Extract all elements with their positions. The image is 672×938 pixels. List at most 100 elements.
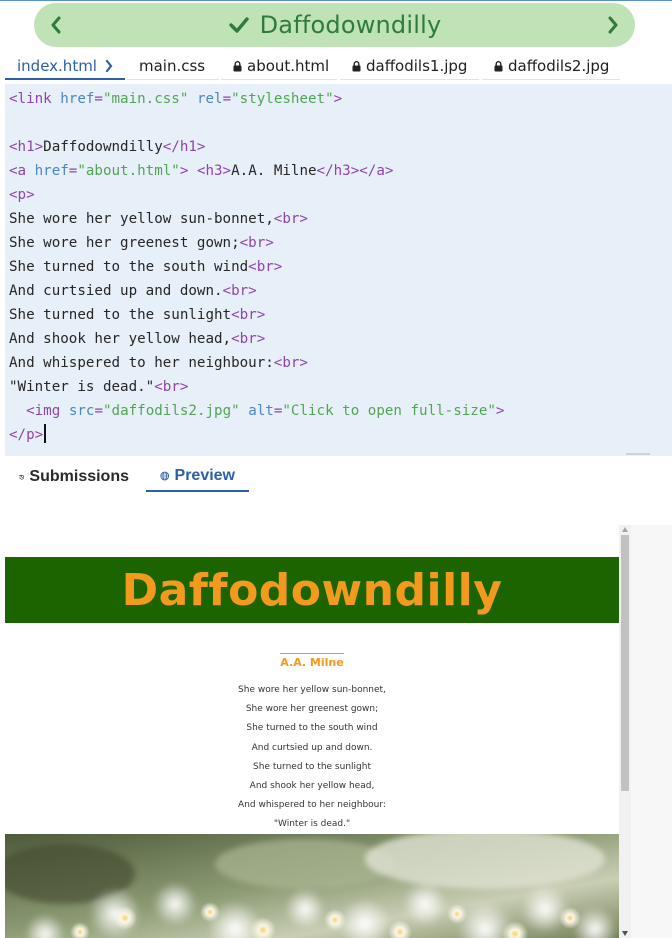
author-link[interactable]: A.A. Milne xyxy=(280,653,344,669)
poem-line: And whispered to her neighbour: xyxy=(238,800,386,811)
tab-about-html[interactable]: about.html xyxy=(221,53,337,80)
code-line[interactable]: She wore her yellow sun-bonnet,<br> xyxy=(9,207,308,231)
file-tabs: index.html main.css about.html daffodils… xyxy=(5,48,672,82)
code-line[interactable]: And shook her yellow head,<br> xyxy=(9,327,265,351)
code-token: And shook her yellow head, xyxy=(9,331,232,347)
poem-line: She turned to the south wind xyxy=(246,723,378,734)
lock-icon xyxy=(233,60,242,72)
poem-line: "Winter is dead." xyxy=(273,819,351,830)
code-token: = xyxy=(94,91,103,107)
tab-preview[interactable]: Preview xyxy=(146,462,249,492)
code-token: Daffodowndilly xyxy=(43,139,163,155)
preview-pane[interactable]: Daffodowndilly A.A. Milne She wore her y… xyxy=(5,525,619,938)
code-token: And curtsied up and down. xyxy=(9,283,223,299)
code-line[interactable]: She turned to the south wind<br> xyxy=(9,255,282,279)
code-line[interactable]: <img src="daffodils2.jpg" alt="Click to … xyxy=(9,399,504,423)
code-line[interactable]: She wore her greenest gown;<br> xyxy=(9,231,274,255)
code-token: She turned to the south wind xyxy=(9,259,249,275)
code-line[interactable]: "Winter is dead."<br> xyxy=(9,375,188,399)
code-token: She wore her greenest gown; xyxy=(9,235,240,251)
code-token: <br> xyxy=(248,259,283,275)
poem-line: She wore her yellow sun-bonnet, xyxy=(238,685,386,695)
code-token: <br> xyxy=(239,235,274,251)
tab-label: index.html xyxy=(17,56,97,75)
tab-daffodils2-jpg[interactable]: daffodils2.jpg xyxy=(482,53,620,80)
preview-title: Daffodowndilly xyxy=(121,564,503,616)
code-line[interactable]: <p> xyxy=(9,183,35,207)
history-icon xyxy=(19,474,25,480)
scroll-down-icon[interactable] xyxy=(622,931,628,936)
poem-line: And curtsied up and down. xyxy=(251,742,373,753)
preview-gutter xyxy=(631,525,672,938)
code-token: </h3></a> xyxy=(316,163,394,179)
tab-label: daffodils2.jpg xyxy=(508,57,610,75)
next-button[interactable] xyxy=(595,3,631,47)
code-line[interactable]: And curtsied up and down.<br> xyxy=(9,279,257,303)
scroll-up-icon[interactable] xyxy=(622,527,628,532)
preview-header: Daffodowndilly xyxy=(5,557,619,623)
code-token: = xyxy=(94,403,103,419)
scrollbar-thumb[interactable] xyxy=(621,535,629,791)
code-token: <br> xyxy=(231,331,266,347)
chevron-right-icon xyxy=(105,59,113,72)
code-token: A.A. Milne xyxy=(231,163,317,179)
output-tabs: Submissions Preview xyxy=(5,458,672,494)
code-line[interactable]: And whispered to her neighbour:<br> xyxy=(9,351,308,375)
code-token: src xyxy=(68,403,95,419)
code-line[interactable]: <h1>Daffodowndilly</h1> xyxy=(9,135,205,159)
lock-icon xyxy=(352,60,361,72)
tab-label: main.css xyxy=(139,57,206,75)
daffodils-image[interactable] xyxy=(5,834,619,938)
chevron-right-icon xyxy=(608,16,618,34)
code-token: href xyxy=(60,91,95,107)
code-token: rel xyxy=(196,91,223,107)
code-token: "about.html" xyxy=(77,163,180,179)
tab-daffodils1-jpg[interactable]: daffodils1.jpg xyxy=(340,53,479,80)
code-token: "daffodils2.jpg" xyxy=(102,403,240,419)
code-line[interactable]: </p> xyxy=(9,423,46,447)
tab-index-html[interactable]: index.html xyxy=(5,53,125,80)
page-title: Daffodowndilly xyxy=(259,11,442,39)
code-token: > xyxy=(333,91,343,107)
code-token: And whispered to her neighbour: xyxy=(9,355,274,371)
tab-submissions-label: Submissions xyxy=(29,468,129,485)
code-token: "stylesheet" xyxy=(231,91,334,107)
code-token: href xyxy=(34,163,69,179)
code-token: <br> xyxy=(273,211,308,227)
code-token: "Winter is dead." xyxy=(9,379,155,395)
tab-preview-label: Preview xyxy=(174,467,235,484)
editor-resize-handle[interactable] xyxy=(626,453,650,455)
code-token: </h1> xyxy=(162,139,206,155)
code-token: <img xyxy=(26,403,69,419)
code-token: She wore her yellow sun-bonnet, xyxy=(9,211,274,227)
checkmark-icon xyxy=(228,17,249,33)
code-token: <link xyxy=(9,91,61,107)
text-cursor xyxy=(44,424,46,443)
code-token: = xyxy=(222,91,232,107)
preview-author: A.A. Milne xyxy=(5,653,619,671)
poem-line: And shook her yellow head, xyxy=(249,780,375,791)
poem-line: She wore her greenest gown; xyxy=(245,704,379,715)
code-line[interactable]: <a href="about.html"> <h3>A.A. Milne</h3… xyxy=(9,159,393,183)
code-line[interactable]: She turned to the sunlight<br> xyxy=(9,303,265,327)
globe-icon xyxy=(160,471,170,481)
code-token: <p> xyxy=(9,187,35,203)
code-editor[interactable]: <link href="main.css" rel="stylesheet"> <… xyxy=(5,84,672,456)
code-token: "main.css" xyxy=(102,91,189,107)
code-token: <br> xyxy=(222,283,257,299)
tab-label: daffodils1.jpg xyxy=(366,57,468,75)
code-token: <a xyxy=(9,163,35,179)
code-token: She turned to the sunlight xyxy=(9,307,232,323)
tab-submissions[interactable]: Submissions xyxy=(5,462,143,492)
tab-label: about.html xyxy=(247,57,330,75)
preview-scrollbar[interactable] xyxy=(619,525,631,938)
tab-main-css[interactable]: main.css xyxy=(127,53,219,80)
code-token: alt xyxy=(248,403,274,419)
code-token: </p> xyxy=(9,427,44,443)
code-line[interactable]: <link href="main.css" rel="stylesheet"> xyxy=(9,87,342,111)
title-group: Daffodowndilly xyxy=(34,3,635,47)
